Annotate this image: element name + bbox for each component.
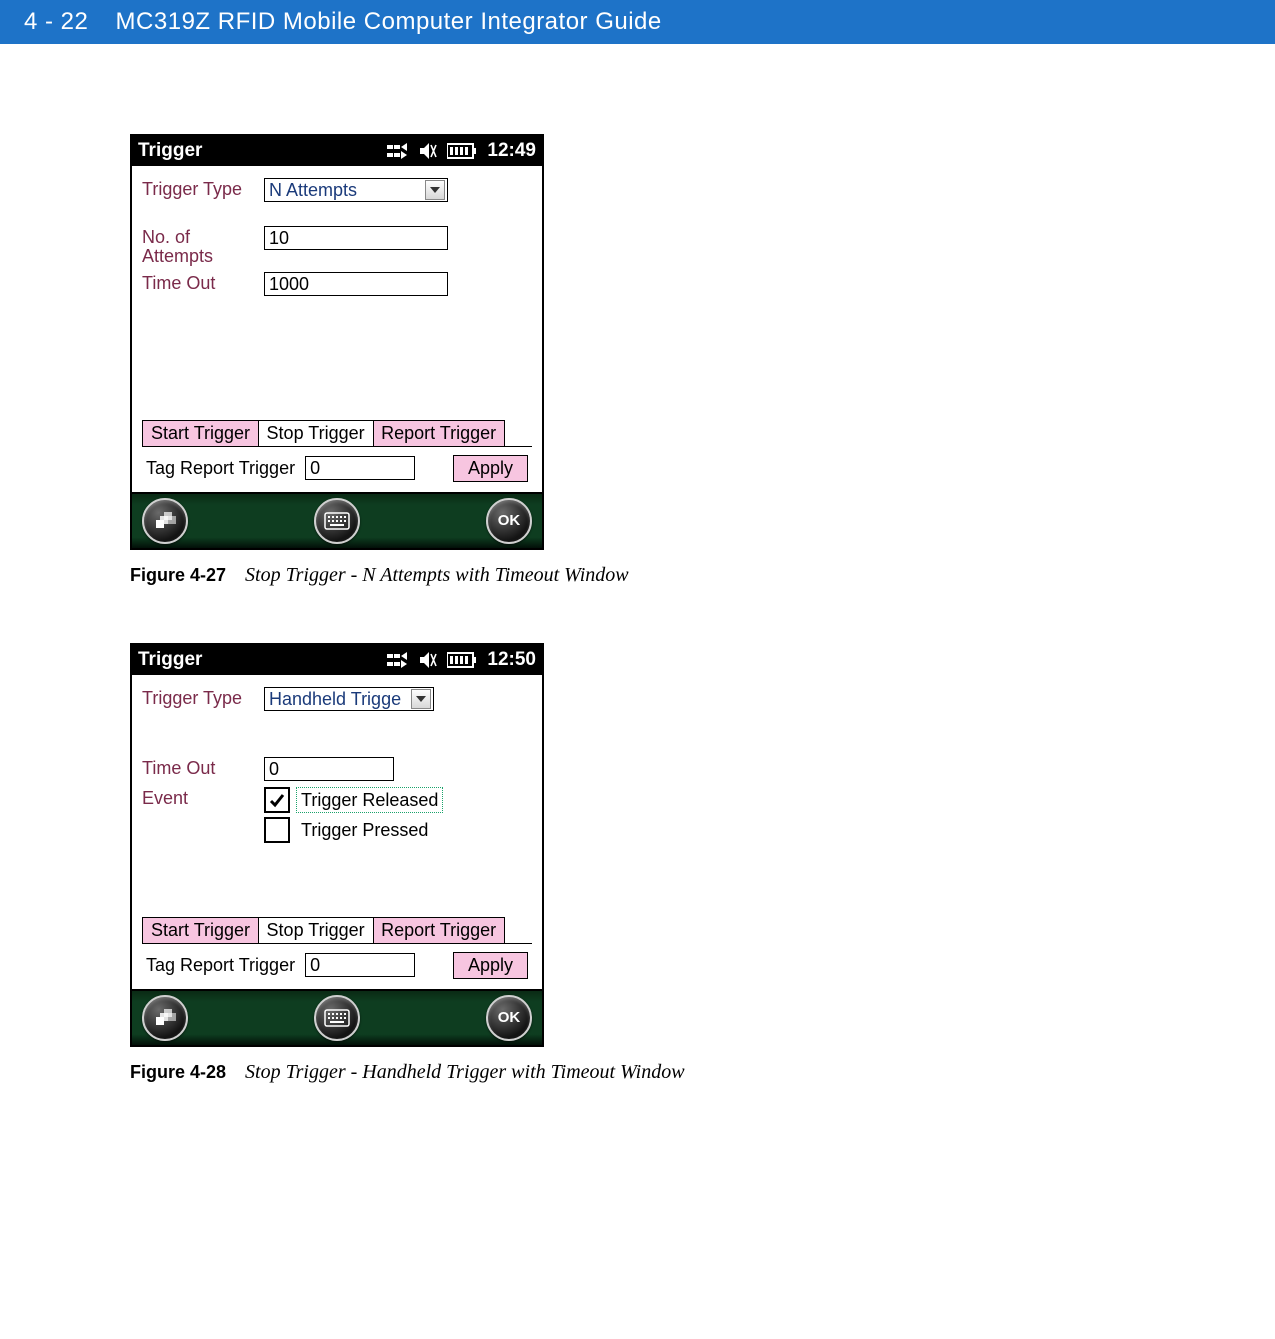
apply-button[interactable]: Apply	[453, 455, 528, 482]
figure-title: Stop Trigger - N Attempts with Timeout W…	[245, 564, 629, 586]
tab-start-trigger[interactable]: Start Trigger	[142, 917, 259, 943]
trigger-type-label: Trigger Type	[142, 687, 264, 708]
status-area: 12:49	[387, 140, 536, 162]
tag-report-row: Tag Report Trigger 0 Apply	[142, 943, 532, 989]
device-screen-1: Trigger 12:49 Trigger Type N Attempts	[130, 134, 544, 550]
page-number: 4 - 22	[24, 8, 88, 35]
trigger-type-value: Handheld Trigge	[269, 687, 401, 711]
trigger-type-label: Trigger Type	[142, 178, 264, 199]
event-label: Event	[142, 787, 264, 808]
tab-stop-trigger[interactable]: Stop Trigger	[258, 420, 374, 446]
figure-caption-2: Figure 4-28 Stop Trigger - Handheld Trig…	[130, 1061, 1275, 1084]
screen-body: Trigger Type Handheld Trigge Time Out 0 …	[132, 675, 542, 989]
window-title: Trigger	[138, 649, 202, 671]
screen-body: Trigger Type N Attempts No. of Attempts …	[132, 166, 542, 492]
keyboard-button[interactable]	[314, 498, 360, 544]
tab-start-trigger[interactable]: Start Trigger	[142, 420, 259, 446]
attempts-label: No. of Attempts	[142, 226, 264, 266]
tag-report-label: Tag Report Trigger	[146, 955, 295, 976]
start-button[interactable]	[142, 995, 188, 1041]
clock: 12:50	[487, 649, 536, 671]
timeout-label: Time Out	[142, 757, 264, 778]
tag-report-input[interactable]: 0	[305, 456, 415, 480]
trigger-type-select[interactable]: N Attempts	[264, 178, 448, 202]
event-options: Trigger Released Trigger Pressed	[264, 787, 443, 843]
ok-button[interactable]: OK	[486, 995, 532, 1041]
page-header: 4 - 22 MC319Z RFID Mobile Computer Integ…	[0, 0, 1275, 44]
attempts-input[interactable]: 10	[264, 226, 448, 250]
apply-button[interactable]: Apply	[453, 952, 528, 979]
figure-caption-1: Figure 4-27 Stop Trigger - N Attempts wi…	[130, 564, 1275, 587]
event-released-label: Trigger Released	[296, 787, 443, 813]
page-content: Trigger 12:49 Trigger Type N Attempts	[0, 44, 1275, 1134]
figure-number: Figure 4-27	[130, 565, 226, 585]
tag-report-input[interactable]: 0	[305, 953, 415, 977]
event-pressed-label: Trigger Pressed	[296, 817, 433, 843]
battery-icon	[447, 652, 477, 668]
status-area: 12:50	[387, 649, 536, 671]
timeout-input[interactable]: 1000	[264, 272, 448, 296]
start-button[interactable]	[142, 498, 188, 544]
tab-report-trigger[interactable]: Report Trigger	[372, 917, 505, 943]
volume-icon	[419, 142, 437, 160]
timeout-input[interactable]: 0	[264, 757, 394, 781]
chevron-down-icon[interactable]	[411, 689, 431, 709]
keyboard-button[interactable]	[314, 995, 360, 1041]
ok-button[interactable]: OK	[486, 498, 532, 544]
softkey-bar: OK	[132, 989, 542, 1045]
page-title: MC319Z RFID Mobile Computer Integrator G…	[116, 8, 662, 35]
titlebar: Trigger 12:49	[132, 136, 542, 166]
figure-title: Stop Trigger - Handheld Trigger with Tim…	[245, 1061, 685, 1083]
volume-icon	[419, 651, 437, 669]
tab-bar: Start Trigger Stop Trigger Report Trigge…	[142, 420, 532, 446]
chevron-down-icon[interactable]	[425, 180, 445, 200]
connectivity-icon	[387, 142, 409, 160]
event-released-checkbox[interactable]	[264, 787, 290, 813]
timeout-label: Time Out	[142, 272, 264, 293]
connectivity-icon	[387, 651, 409, 669]
tag-report-label: Tag Report Trigger	[146, 458, 295, 479]
event-pressed-checkbox[interactable]	[264, 817, 290, 843]
softkey-bar: OK	[132, 492, 542, 548]
device-screen-2: Trigger 12:50 Trigger Type Handheld Trig…	[130, 643, 544, 1047]
clock: 12:49	[487, 140, 536, 162]
window-title: Trigger	[138, 140, 202, 162]
trigger-type-select[interactable]: Handheld Trigge	[264, 687, 434, 711]
tab-bar: Start Trigger Stop Trigger Report Trigge…	[142, 917, 532, 943]
titlebar: Trigger 12:50	[132, 645, 542, 675]
tab-report-trigger[interactable]: Report Trigger	[372, 420, 505, 446]
tag-report-row: Tag Report Trigger 0 Apply	[142, 446, 532, 492]
battery-icon	[447, 143, 477, 159]
trigger-type-value: N Attempts	[269, 178, 357, 202]
figure-number: Figure 4-28	[130, 1062, 226, 1082]
tab-stop-trigger[interactable]: Stop Trigger	[258, 917, 374, 943]
